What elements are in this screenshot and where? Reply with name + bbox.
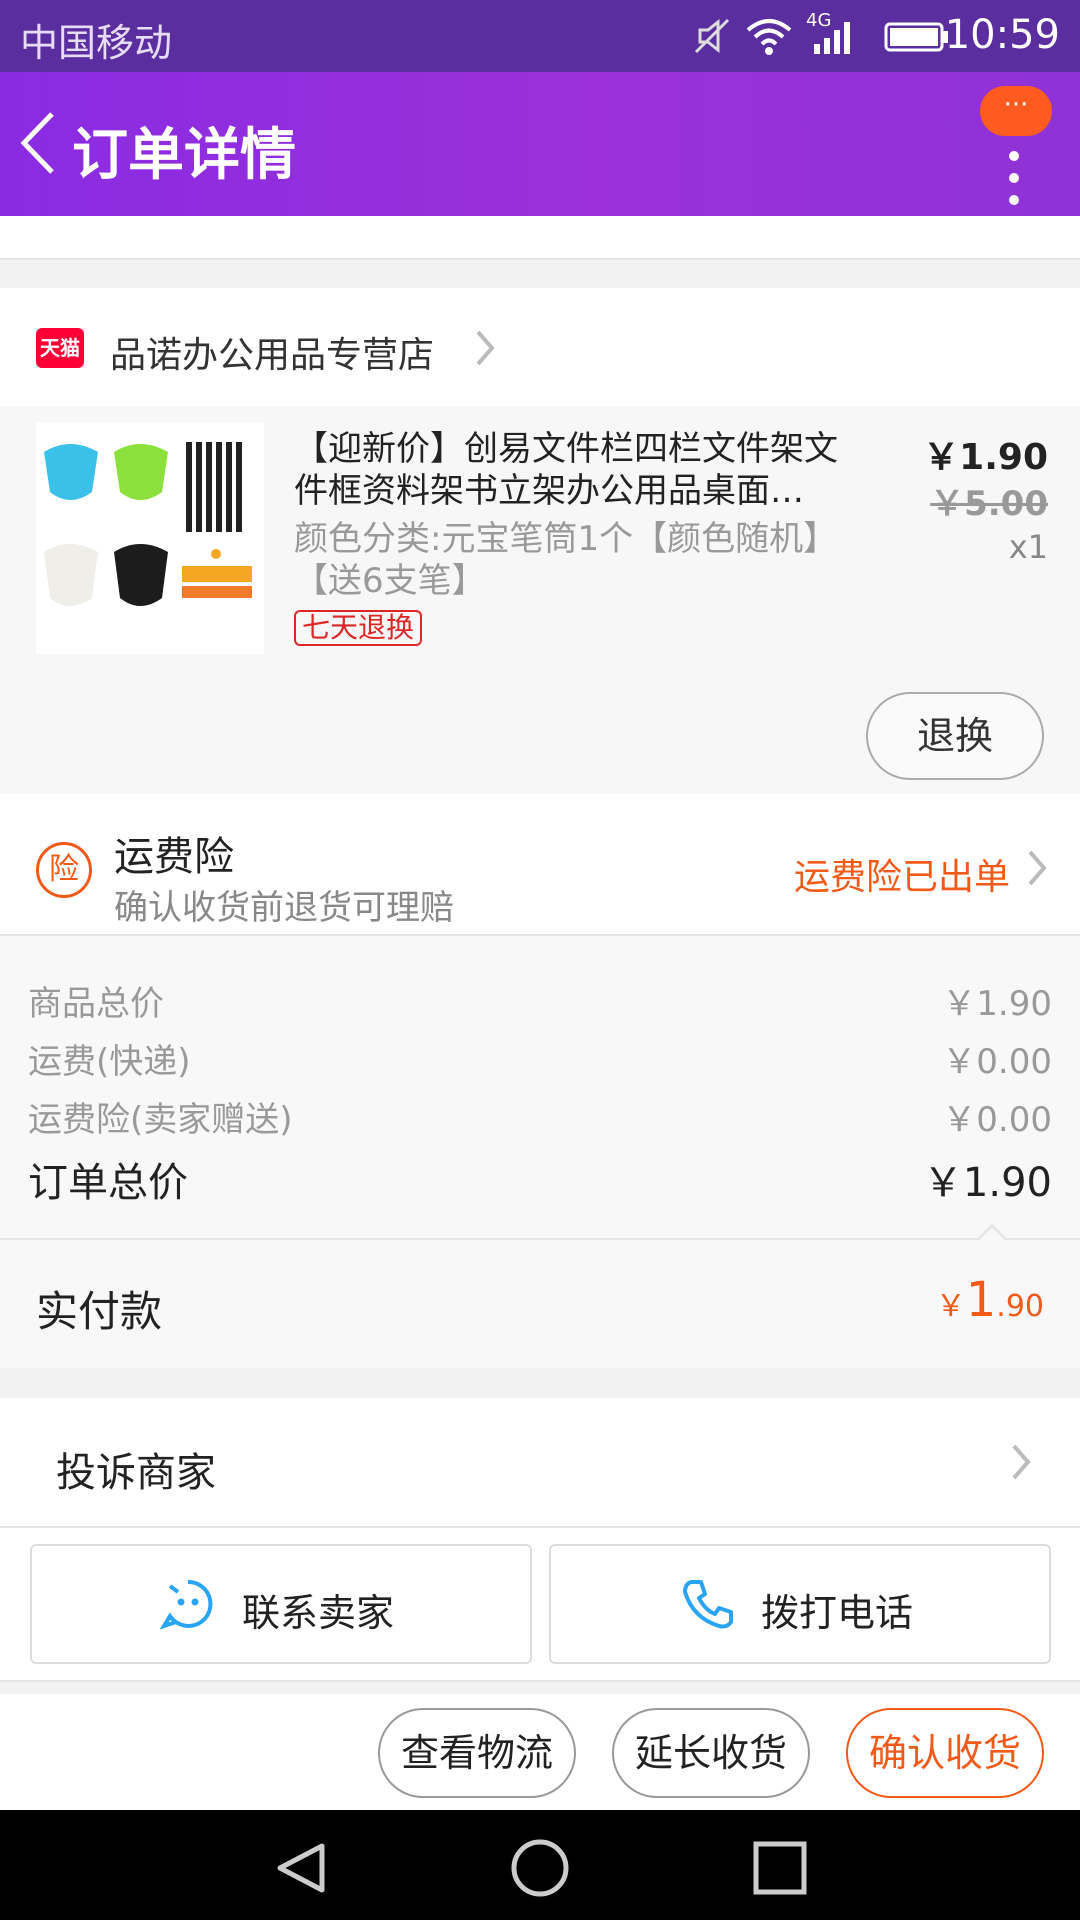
insurance-title: 运费险 <box>114 834 234 880</box>
chevron-right-icon <box>1012 1444 1031 1480</box>
complain-merchant-row[interactable]: 投诉商家 <box>0 1398 1080 1526</box>
system-nav-bar <box>0 1810 1080 1920</box>
nav-home-icon[interactable] <box>510 1838 570 1898</box>
mute-icon <box>694 18 730 54</box>
nav-recents-icon[interactable] <box>752 1840 808 1896</box>
order-total-label: 订单总价 <box>28 1160 188 1206</box>
status-bar: 中国移动 4G 10:59 <box>0 0 1080 72</box>
order-total-value: ￥1.90 <box>922 1160 1052 1206</box>
call-phone-button[interactable]: 拨打电话 <box>549 1544 1051 1664</box>
actual-payment-value: ￥1.90 <box>936 1272 1044 1328</box>
call-phone-label: 拨打电话 <box>761 1591 914 1635</box>
shop-name: 品诺办公用品专营店 <box>110 335 435 376</box>
page-title: 订单详情 <box>72 123 296 188</box>
divider <box>0 258 1080 260</box>
seven-day-return-badge: 七天退换 <box>294 610 423 646</box>
return-exchange-button[interactable]: 退换 <box>866 692 1044 780</box>
confirm-receipt-button[interactable]: 确认收货 <box>846 1708 1044 1798</box>
clock: 10:59 <box>944 12 1060 58</box>
payment-decimal: .90 <box>996 1289 1044 1324</box>
tmall-icon: 天猫 <box>36 328 84 368</box>
price-summary: 商品总价 ￥1.90 运费(快递) ￥0.00 运费险(卖家赠送) ￥0.00 … <box>0 936 1080 1238</box>
currency-symbol: ￥ <box>935 1289 966 1324</box>
summary-label: 商品总价 <box>28 984 164 1024</box>
summary-value: ￥0.00 <box>942 1042 1052 1082</box>
message-badge[interactable]: ··· <box>980 86 1052 136</box>
summary-label: 运费险(卖家赠送) <box>28 1100 293 1140</box>
insurance-status: 运费险已出单 <box>793 857 1010 898</box>
signal-icon <box>814 22 850 54</box>
spacer-band <box>0 216 1080 258</box>
chat-bubble-face-icon <box>160 1579 213 1630</box>
product-sku: 颜色分类:元宝笔筒1个【颜色随机】【送6支笔】 <box>294 519 821 601</box>
product-price: ￥1.90 <box>923 437 1048 478</box>
divider <box>0 1680 1080 1682</box>
product-quantity: x1 <box>1008 528 1048 566</box>
contact-seller-button[interactable]: 联系卖家 <box>30 1544 532 1664</box>
contact-area: 联系卖家 拨打电话 <box>0 1528 1080 1680</box>
back-arrow-icon[interactable] <box>18 110 58 176</box>
bottom-action-bar: 查看物流 延长收货 确认收货 <box>0 1694 1080 1810</box>
product-card[interactable]: 【迎新价】创易文件栏四栏文件架文件框资料架书立架办公用品桌面… 颜色分类:元宝笔… <box>0 406 1080 794</box>
more-menu-icon[interactable] <box>1006 138 1022 218</box>
shipping-insurance-row[interactable]: 险 运费险 确认收货前退货可理赔 运费险已出单 <box>0 794 1080 934</box>
product-thumbnail[interactable] <box>36 422 264 654</box>
battery-icon <box>884 22 948 52</box>
tooltip-notch-inner <box>978 1227 1006 1241</box>
product-original-price: ￥5.00 <box>930 484 1048 524</box>
actual-payment-label: 实付款 <box>36 1287 163 1336</box>
product-title[interactable]: 【迎新价】创易文件栏四栏文件架文件框资料架书立架办公用品桌面… <box>294 428 864 512</box>
complain-merchant-label: 投诉商家 <box>56 1450 216 1496</box>
wifi-icon <box>746 19 792 55</box>
view-logistics-button[interactable]: 查看物流 <box>378 1708 576 1798</box>
app-header: 订单详情 ··· <box>0 72 1080 216</box>
payment-integer: 1 <box>965 1272 997 1328</box>
summary-value: ￥0.00 <box>942 1100 1052 1140</box>
nav-back-icon[interactable] <box>272 1840 328 1896</box>
summary-value: ￥1.90 <box>942 984 1052 1024</box>
insurance-icon: 险 <box>36 842 92 898</box>
chevron-right-icon <box>476 330 495 366</box>
shop-row[interactable]: 天猫 品诺办公用品专营店 <box>0 288 1080 406</box>
contact-seller-label: 联系卖家 <box>242 1591 395 1635</box>
extend-receipt-button[interactable]: 延长收货 <box>612 1708 810 1798</box>
actual-payment-row: 实付款 ￥1.90 <box>0 1240 1080 1368</box>
carrier-name: 中国移动 <box>20 21 173 65</box>
chevron-right-icon <box>1028 850 1047 886</box>
insurance-subtitle: 确认收货前退货可理赔 <box>114 888 454 928</box>
phone-icon <box>683 1580 733 1629</box>
summary-label: 运费(快递) <box>28 1042 191 1082</box>
